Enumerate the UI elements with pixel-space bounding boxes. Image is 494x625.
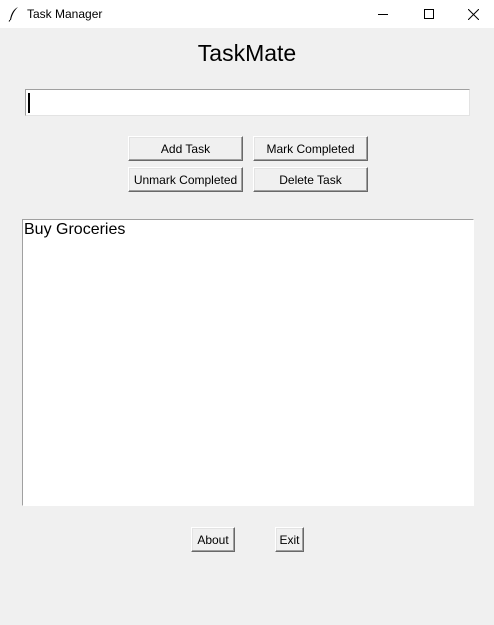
feather-icon bbox=[8, 7, 18, 22]
close-icon bbox=[467, 8, 479, 20]
exit-button[interactable]: Exit bbox=[275, 527, 304, 552]
window-title: Task Manager bbox=[27, 7, 103, 21]
maximize-icon bbox=[424, 9, 434, 19]
text-cursor bbox=[28, 93, 30, 113]
add-task-button[interactable]: Add Task bbox=[128, 136, 243, 161]
minimize-button[interactable] bbox=[360, 0, 406, 28]
minimize-icon bbox=[378, 14, 388, 15]
title-bar: Task Manager bbox=[0, 0, 494, 28]
task-list[interactable]: Buy Groceries bbox=[22, 219, 474, 506]
unmark-completed-button[interactable]: Unmark Completed bbox=[128, 167, 243, 192]
list-item[interactable]: Buy Groceries bbox=[24, 221, 472, 239]
task-input[interactable] bbox=[25, 89, 470, 116]
maximize-button[interactable] bbox=[406, 0, 452, 28]
mark-completed-button[interactable]: Mark Completed bbox=[253, 136, 368, 161]
about-button[interactable]: About bbox=[191, 527, 235, 552]
close-button[interactable] bbox=[452, 0, 494, 28]
delete-task-button[interactable]: Delete Task bbox=[253, 167, 368, 192]
app-heading: TaskMate bbox=[197, 40, 297, 66]
